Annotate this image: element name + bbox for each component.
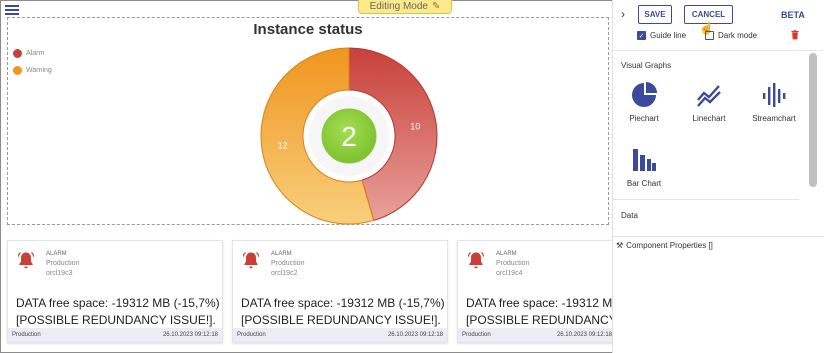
alarm-footer-environment: Production bbox=[237, 332, 266, 338]
legend-item-warning: Warning bbox=[13, 62, 52, 79]
pencil-icon[interactable]: ✎ bbox=[432, 1, 440, 12]
alarm-bell-icon bbox=[467, 252, 485, 269]
panel-scroll-area: Visual Graphs Piechart Linechart Streamc… bbox=[613, 50, 824, 233]
dark-mode-checkbox[interactable] bbox=[705, 31, 714, 40]
alarm-card[interactable]: ALARM Production orcl19c4 DATA free spac… bbox=[457, 240, 617, 343]
component-properties-title: Component Properties [] bbox=[626, 241, 713, 250]
editor-toolbar: › SAVE CANCEL ☝ BETA ✓ Guide line Dark m… bbox=[613, 0, 824, 50]
alarm-card[interactable]: ALARM Production orcl19c3 DATA free spac… bbox=[7, 240, 223, 343]
guide-line-label: Guide line bbox=[650, 31, 687, 40]
alarm-footer-timestamp: 26.10.2023 09:12:18 bbox=[162, 332, 218, 338]
alarm-kind: ALARM bbox=[496, 251, 517, 257]
graph-option-piechart[interactable]: Piechart bbox=[614, 82, 674, 123]
alarm-environment: Production bbox=[46, 260, 80, 267]
trash-icon[interactable] bbox=[791, 30, 799, 40]
legend-dot-warning bbox=[13, 66, 22, 75]
alarm-instance: orcl19c3 bbox=[46, 270, 73, 277]
alarm-message-line2: [POSSIBLE REDUNDANCY ISSUE!]. bbox=[16, 313, 216, 327]
legend-item-alarm: Alarm bbox=[13, 45, 52, 62]
alarm-instance: orcl19c4 bbox=[496, 270, 523, 277]
legend-label-warning: Warning bbox=[26, 67, 52, 74]
alarm-footer-timestamp: 26.10.2023 09:12:18 bbox=[387, 332, 443, 338]
component-properties-section: ⚒ Component Properties [] bbox=[613, 236, 824, 353]
graph-option-barchart[interactable]: Bar Chart bbox=[614, 147, 674, 188]
graph-option-streamchart[interactable]: Streamchart bbox=[744, 82, 804, 123]
alarm-message-line1: DATA free space: -19312 MB (-15,7%) bbox=[16, 296, 220, 310]
panel-scrollbar[interactable] bbox=[809, 53, 817, 187]
alarm-instance: orcl19c2 bbox=[271, 270, 298, 277]
chevron-right-icon[interactable]: › bbox=[621, 7, 625, 21]
alarm-footer-timestamp: 26.10.2023 09:12:18 bbox=[556, 332, 612, 338]
alarm-bell-icon bbox=[17, 252, 35, 269]
slice-value-label-alarm: 10 bbox=[410, 121, 420, 131]
dark-mode-option[interactable]: Dark mode bbox=[705, 31, 757, 40]
graph-option-linechart[interactable]: Linechart bbox=[679, 82, 739, 123]
alarm-message-line2: [POSSIBLE REDUNDANCY ISSUE!]. bbox=[241, 313, 441, 327]
beta-badge: BETA bbox=[781, 10, 805, 20]
legend-label-alarm: Alarm bbox=[26, 50, 45, 57]
graph-label-barchart: Bar Chart bbox=[626, 179, 662, 188]
chart-legend: Alarm Warning bbox=[13, 45, 52, 79]
center-count: 2 bbox=[341, 121, 357, 152]
instance-status-widget[interactable]: Instance status Alarm Warning 10 12 2 bbox=[7, 17, 609, 225]
alarm-message-line1: DATA free space: -19312 MB ( bbox=[466, 296, 617, 310]
guide-line-checkbox[interactable]: ✓ bbox=[637, 31, 646, 40]
editor-panel: › SAVE CANCEL ☝ BETA ✓ Guide line Dark m… bbox=[612, 0, 824, 353]
section-divider bbox=[613, 199, 799, 200]
alarm-environment: Production bbox=[496, 260, 530, 267]
barchart-icon bbox=[633, 149, 656, 171]
alarm-environment: Production bbox=[271, 260, 305, 267]
data-section-title: Data bbox=[621, 211, 638, 220]
alarm-message-line2: [POSSIBLE REDUNDANCY I bbox=[466, 313, 617, 327]
guide-line-option[interactable]: ✓ Guide line bbox=[637, 31, 686, 40]
save-button[interactable]: SAVE bbox=[638, 5, 672, 24]
slice-value-label-warning: 12 bbox=[278, 141, 288, 151]
menu-icon[interactable] bbox=[5, 5, 19, 16]
graph-label-streamchart: Streamchart bbox=[752, 114, 796, 123]
dark-mode-label: Dark mode bbox=[718, 31, 758, 40]
legend-dot-alarm bbox=[13, 49, 22, 58]
alarm-kind: ALARM bbox=[271, 251, 292, 257]
chart-title: Instance status bbox=[253, 21, 363, 38]
alarm-footer-environment: Production bbox=[462, 332, 491, 338]
visual-graphs-title: Visual Graphs bbox=[621, 61, 672, 70]
editing-mode-label: Editing Mode bbox=[369, 1, 428, 12]
graph-label-linechart: Linechart bbox=[692, 114, 726, 123]
graph-label-piechart: Piechart bbox=[629, 114, 659, 123]
alarm-bell-icon bbox=[242, 252, 260, 269]
alarm-footer-environment: Production bbox=[12, 332, 41, 338]
editing-mode-badge: Editing Mode ✎ bbox=[358, 0, 452, 14]
magic-wand-icon: ⚒ bbox=[616, 241, 624, 250]
piechart-icon bbox=[632, 82, 657, 107]
alarm-cards-row: ALARM Production orcl19c3 DATA free spac… bbox=[0, 230, 617, 353]
streamchart-icon bbox=[763, 83, 786, 107]
alarm-card[interactable]: ALARM Production orcl19c2 DATA free spac… bbox=[232, 240, 448, 343]
alarm-message-line1: DATA free space: -19312 MB (-15,7%) bbox=[241, 296, 445, 310]
linechart-icon bbox=[697, 85, 721, 107]
alarm-kind: ALARM bbox=[46, 251, 67, 257]
instance-status-donut: 10 12 2 bbox=[260, 47, 438, 225]
